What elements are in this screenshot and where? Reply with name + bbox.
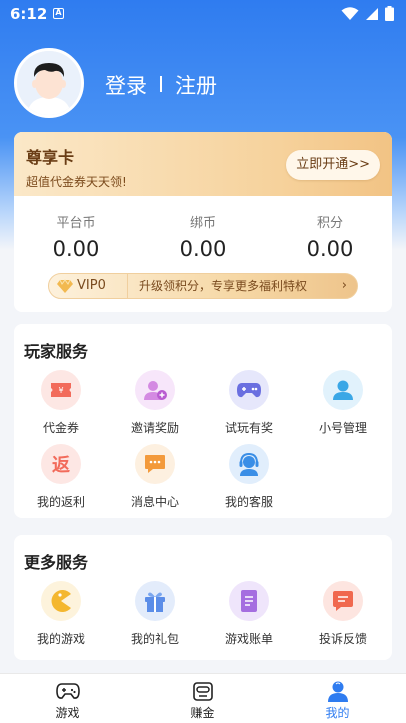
bottom-tab-bar: 游戏 赚金 我的 <box>0 673 406 723</box>
vip-card-subtitle: 超值代金券天天领! <box>26 175 127 189</box>
svg-text:¥: ¥ <box>58 386 63 395</box>
service-label: 游戏账单 <box>224 632 273 646</box>
battery-icon <box>385 6 394 21</box>
login-link[interactable]: 登录 <box>105 70 147 100</box>
tab-earn[interactable]: 赚金 <box>135 674 270 723</box>
rebate-icon: 返 <box>41 444 81 484</box>
service-support[interactable]: 我的客服 <box>202 444 296 510</box>
stat-value: 0.00 <box>179 237 227 261</box>
service-gift[interactable]: 我的礼包 <box>108 581 202 647</box>
player-services-section: 玩家服务 ¥ 代金券 邀请奖励 试玩有奖 小号管理 返 我的返利 消息中心 我的… <box>14 324 392 518</box>
service-rebate[interactable]: 返 我的返利 <box>14 444 108 510</box>
register-link[interactable]: 注册 <box>175 70 217 100</box>
gamepad-tab-icon <box>55 683 80 699</box>
notification-icon: A <box>53 8 64 19</box>
tab-label: 游戏 <box>55 706 80 720</box>
stat-platform-coin[interactable]: 平台币 0.00 <box>16 212 136 261</box>
wifi-icon <box>341 6 359 20</box>
service-label: 消息中心 <box>130 495 179 509</box>
stat-value: 0.00 <box>52 237 100 261</box>
vip-level-text: VIP0 <box>77 278 106 293</box>
vip-banner: 尊享卡 超值代金券天天领! 立即开通>> <box>14 132 392 196</box>
gift-icon <box>135 581 175 621</box>
vip-level: VIP0 <box>57 274 106 298</box>
service-label: 我的游戏 <box>36 632 85 646</box>
more-services-section: 更多服务 我的游戏 我的礼包 游戏账单 投诉反馈 <box>14 535 392 660</box>
service-label: 邀请奖励 <box>130 421 179 435</box>
profile-tab-icon <box>327 681 348 702</box>
bill-icon <box>229 581 269 621</box>
tab-games[interactable]: 游戏 <box>0 674 135 723</box>
service-label: 投诉反馈 <box>318 632 367 646</box>
chevron-right-icon: › <box>341 278 347 293</box>
gamepad-icon <box>229 370 269 410</box>
message-icon <box>135 444 175 484</box>
service-bill[interactable]: 游戏账单 <box>202 581 296 647</box>
service-label: 试玩有奖 <box>224 421 273 435</box>
status-time: 6:12 <box>10 5 48 23</box>
support-icon <box>229 444 269 484</box>
status-bar: 6:12 A <box>0 0 406 30</box>
service-label: 我的客服 <box>224 495 273 509</box>
login-divider <box>160 76 162 92</box>
service-label: 代金券 <box>42 421 79 435</box>
tab-label: 我的 <box>325 706 350 720</box>
service-voucher[interactable]: ¥ 代金券 <box>14 370 108 436</box>
service-label: 我的礼包 <box>130 632 179 646</box>
service-label: 小号管理 <box>318 421 367 435</box>
stat-label: 绑币 <box>189 216 216 231</box>
open-vip-button[interactable]: 立即开通>> <box>286 150 380 180</box>
service-label: 我的返利 <box>36 495 85 509</box>
vip-tip: 升级领积分，专享更多福利特权 <box>139 279 308 293</box>
tab-profile[interactable]: 我的 <box>270 674 405 723</box>
stat-label: 积分 <box>316 216 343 231</box>
section-title: 玩家服务 <box>24 342 89 361</box>
stat-label: 平台币 <box>56 216 96 231</box>
vip-level-bar[interactable]: VIP0 升级领积分，专享更多福利特权 › <box>48 273 358 299</box>
diamond-icon <box>57 279 73 293</box>
avatar[interactable] <box>14 48 84 118</box>
vip-card-title: 尊享卡 <box>26 148 75 167</box>
service-trial[interactable]: 试玩有奖 <box>202 370 296 436</box>
feedback-icon <box>323 581 363 621</box>
section-title: 更多服务 <box>24 553 89 572</box>
service-my-games[interactable]: 我的游戏 <box>14 581 108 647</box>
voucher-icon: ¥ <box>41 370 81 410</box>
service-feedback[interactable]: 投诉反馈 <box>296 581 390 647</box>
stat-points[interactable]: 积分 0.00 <box>270 212 390 261</box>
vip-bar-divider <box>127 274 128 298</box>
account-icon <box>323 370 363 410</box>
my-games-icon <box>41 581 81 621</box>
stat-value: 0.00 <box>306 237 354 261</box>
invite-icon <box>135 370 175 410</box>
signal-icon <box>366 7 378 20</box>
status-icons <box>341 6 394 21</box>
earn-tab-icon <box>192 682 213 701</box>
service-sub-account[interactable]: 小号管理 <box>296 370 390 436</box>
service-invite[interactable]: 邀请奖励 <box>108 370 202 436</box>
vip-card: 尊享卡 超值代金券天天领! 立即开通>> 平台币 0.00 绑币 0.00 积分… <box>14 132 392 312</box>
tab-label: 赚金 <box>190 706 215 720</box>
user-avatar-icon <box>17 51 81 115</box>
stat-bound-coin[interactable]: 绑币 0.00 <box>143 212 263 261</box>
service-messages[interactable]: 消息中心 <box>108 444 202 510</box>
